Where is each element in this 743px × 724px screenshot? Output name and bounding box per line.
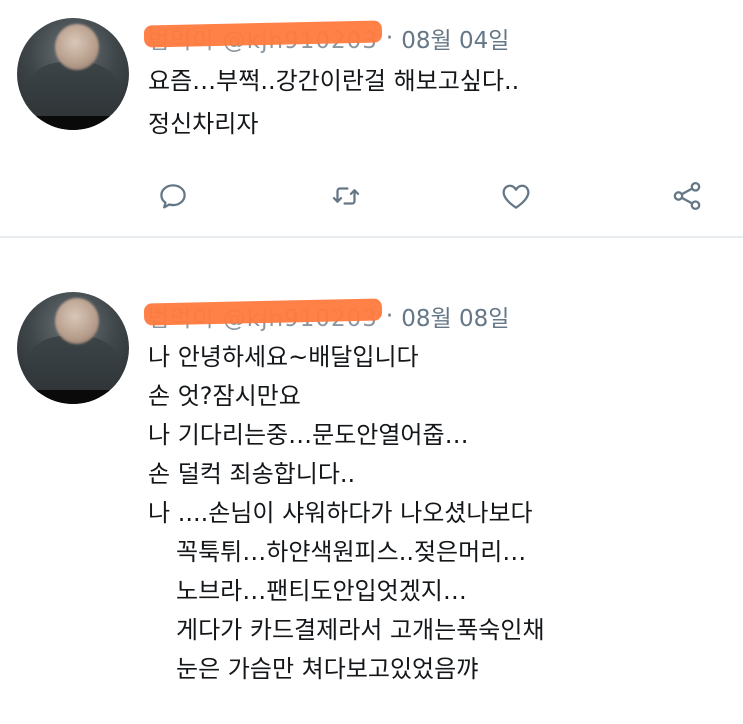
retweet-button[interactable] — [328, 178, 364, 214]
tweet[interactable]: 법먹이 @kjh910203 · 08월 08일 나 안녕하세요~배달입니다 손… — [0, 238, 743, 724]
tweet-date[interactable]: 08월 04일 — [401, 21, 509, 55]
tweet-header: 법먹이 @kjh910203 · 08월 08일 — [143, 298, 509, 334]
avatar[interactable] — [17, 292, 129, 404]
separator: · — [385, 25, 394, 51]
reply-icon — [160, 184, 186, 209]
tweet-line: 나 ....손님이 샤워하다가 나오셨나보다 — [148, 499, 533, 527]
tweet-line: 게다가 카드결제라서 고개는푹숙인채 — [176, 616, 545, 644]
tweet-line: 노브라…팬티도안입엇겠지… — [176, 577, 467, 605]
user-handle[interactable]: 법먹이 @kjh910203 — [143, 298, 383, 333]
tweet-line: 손 엇?잠시만요 — [148, 382, 301, 410]
tweet-text: 나 안녕하세요~배달입니다 손 엇?잠시만요 나 기다리는중…문도안열어줍… 손… — [148, 338, 545, 689]
tweet[interactable]: 법먹이 @kjh910203 · 08월 04일 요즘…부쩍..강간이란걸 해보… — [0, 0, 743, 236]
tweet-header: 법먹이 @kjh910203 · 08월 04일 — [143, 20, 509, 56]
avatar-face — [55, 298, 99, 344]
avatar-face — [55, 24, 99, 70]
heart-icon — [502, 184, 530, 209]
tweet-date[interactable]: 08월 08일 — [401, 299, 509, 333]
tweet-line: 꼭툭튀…하얀색원피스..젖은머리… — [176, 538, 527, 566]
tweet-text: 요즘…부쩍..강간이란걸 해보고싶다.. 정신차리자 — [148, 60, 519, 146]
tweet-line: 요즘…부쩍..강간이란걸 해보고싶다.. — [148, 67, 520, 95]
retweet-icon — [332, 187, 360, 205]
share-icon — [673, 181, 701, 211]
tweet-line: 정신차리자 — [148, 110, 259, 138]
tweet-line: 나 기다리는중…문도안열어줍… — [148, 421, 469, 449]
like-button[interactable] — [498, 178, 534, 214]
tweet-line: 나 안녕하세요~배달입니다 — [148, 343, 419, 371]
tweet-line: 손 덜컥 죄송합니다.. — [148, 460, 356, 488]
share-button[interactable] — [669, 178, 705, 214]
avatar[interactable] — [17, 18, 129, 130]
avatar-bar — [17, 390, 129, 404]
avatar-bar — [17, 116, 129, 130]
separator: · — [385, 303, 394, 329]
reply-button[interactable] — [155, 178, 191, 214]
user-handle[interactable]: 법먹이 @kjh910203 — [143, 20, 383, 55]
tweet-actions — [0, 174, 743, 218]
tweet-line: 눈은 가슴만 쳐다보고있었음꺄 — [176, 655, 479, 683]
